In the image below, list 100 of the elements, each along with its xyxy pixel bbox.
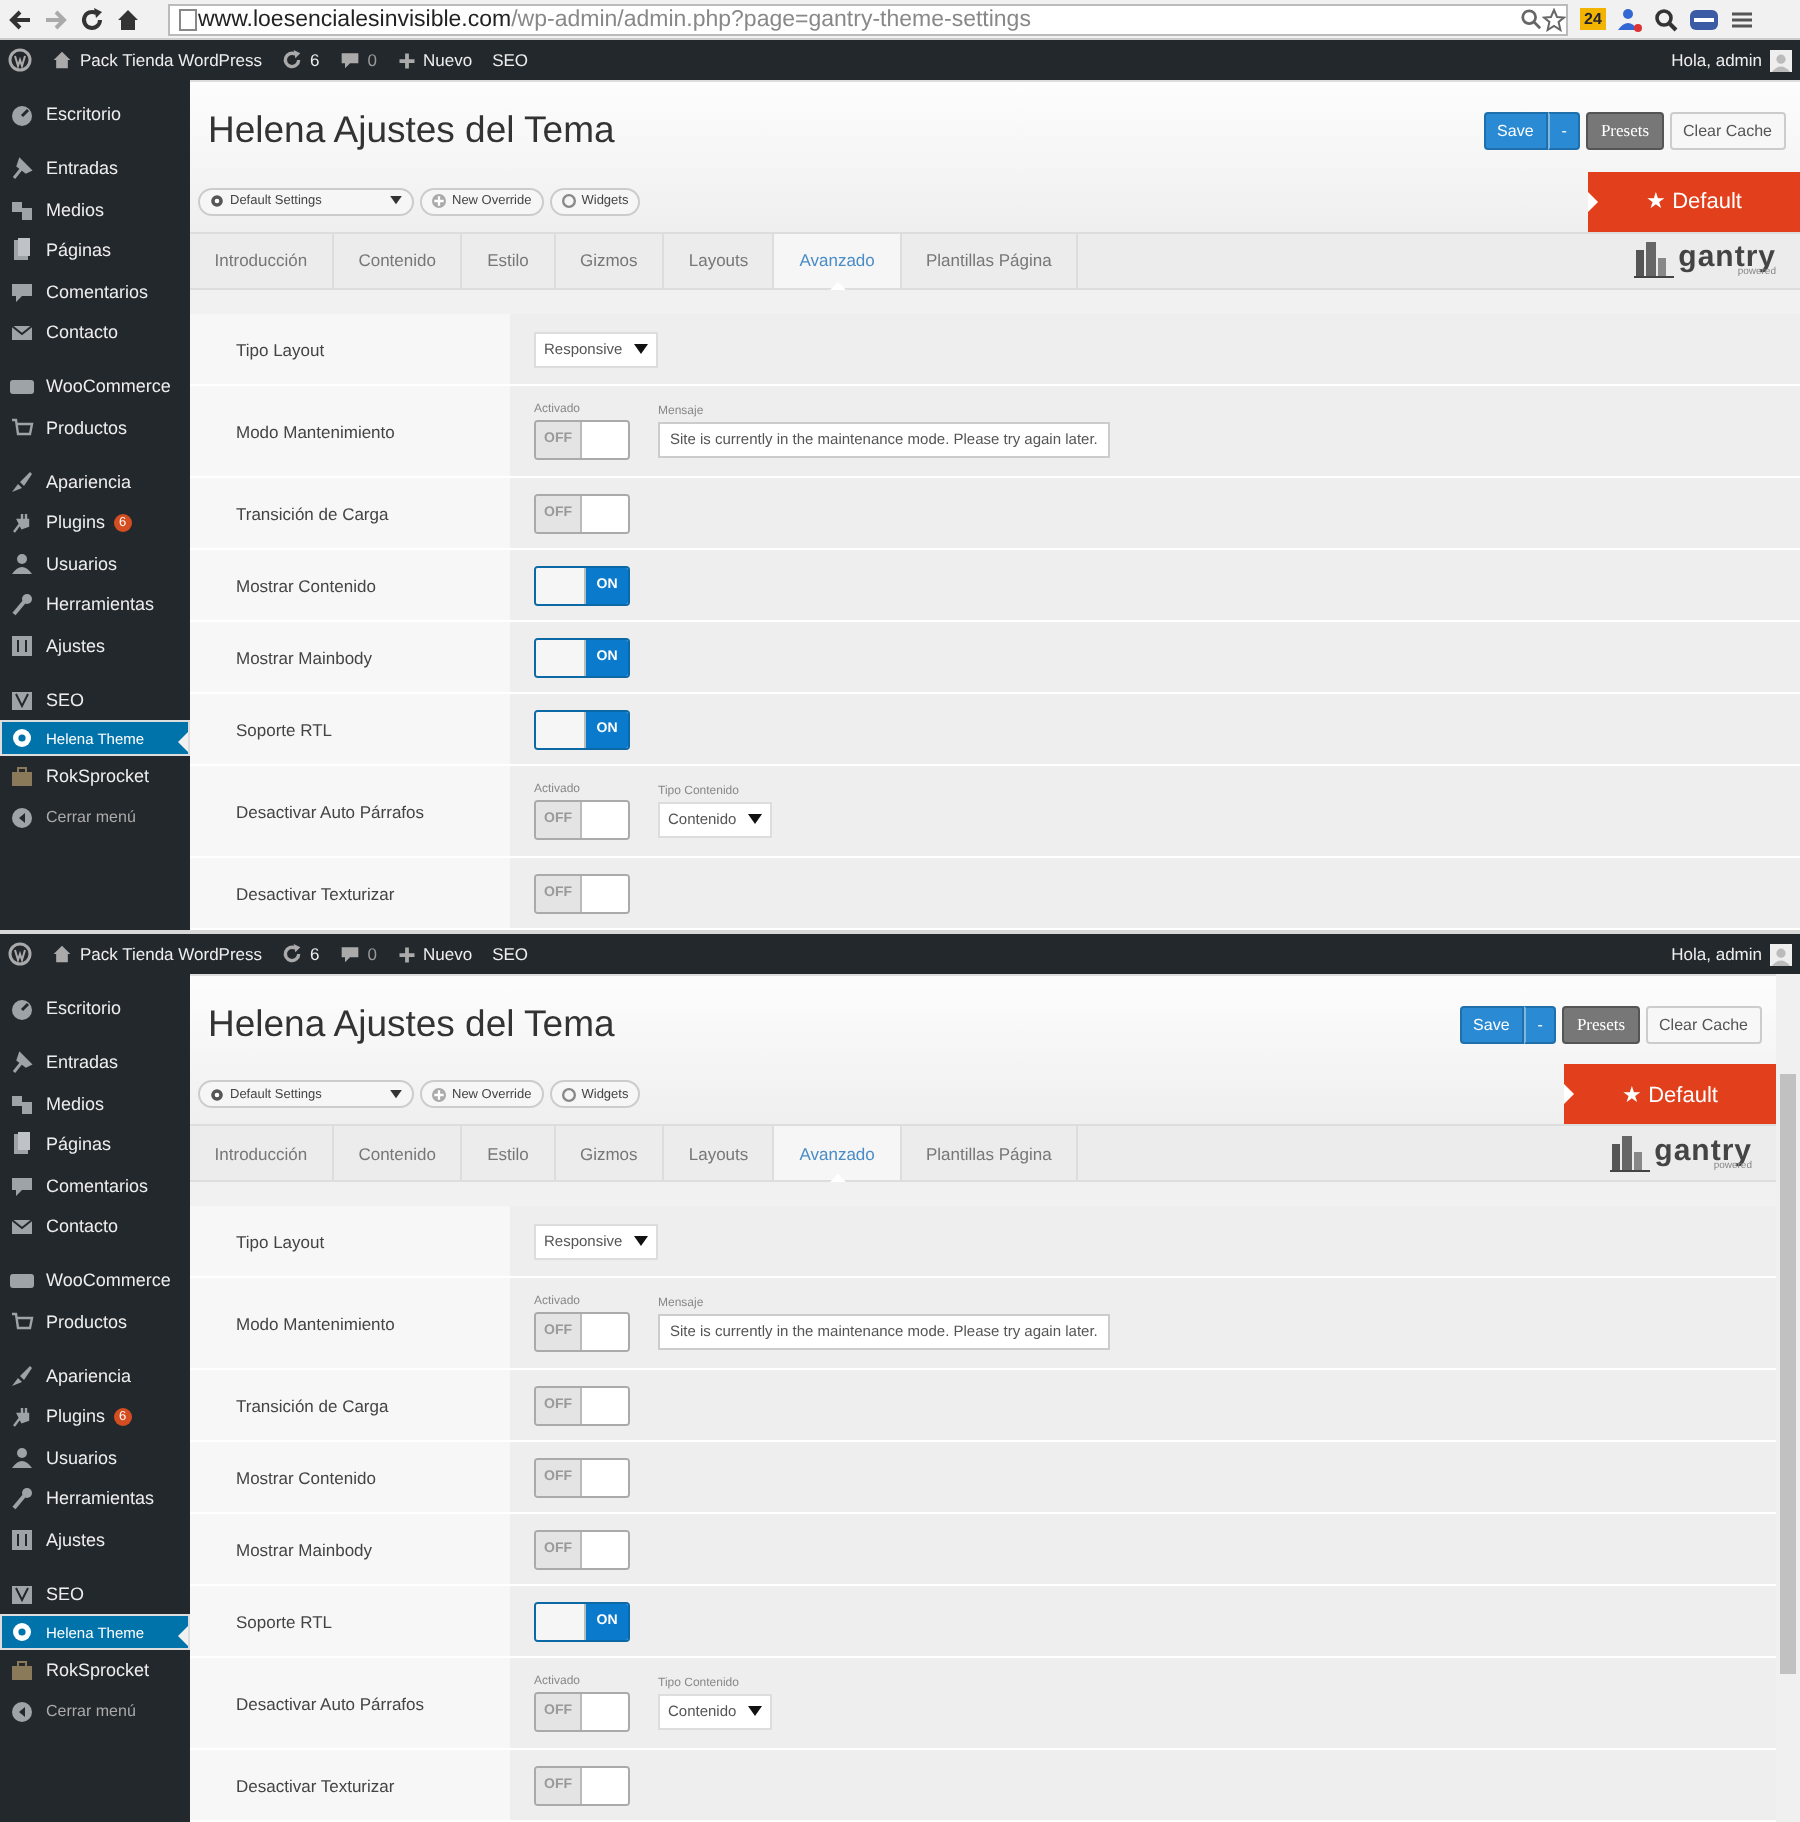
sidebar-item[interactable]: Cerrar menú [0, 1691, 190, 1732]
setting-label: Desactivar Auto Párrafos [236, 1693, 425, 1713]
menu-item-icon [10, 1309, 34, 1334]
sidebar-item[interactable]: Usuarios [0, 1437, 190, 1478]
sidebar-item[interactable]: WooCommerce [0, 1260, 190, 1301]
sidebar-item[interactable]: Productos [0, 407, 190, 448]
updates-link[interactable]: 6 [282, 944, 320, 964]
wordpress-icon[interactable] [8, 48, 32, 72]
menu-item-icon [10, 1132, 34, 1157]
tab[interactable]: Plantillas Página [901, 1126, 1079, 1180]
setting-label: Transición de Carga [236, 503, 389, 523]
sidebar-item[interactable]: Apariencia [0, 1355, 190, 1396]
menu-icon[interactable] [1729, 7, 1754, 31]
save-button[interactable]: Save [1483, 111, 1548, 149]
default-banner[interactable]: ★ Default [1564, 1064, 1776, 1125]
tab[interactable]: Introducción [190, 1126, 334, 1180]
sidebar-item[interactable]: Contacto [0, 1206, 190, 1247]
sidebar-item[interactable]: Medios [0, 189, 190, 230]
tab[interactable]: Estilo [462, 233, 556, 288]
zoom-icon[interactable] [1520, 8, 1542, 30]
menu-item-icon [10, 805, 34, 830]
sidebar-item[interactable]: Ajustes [0, 625, 190, 666]
sidebar-item[interactable]: SEO [0, 679, 190, 720]
sidebar-item[interactable]: Páginas [0, 1124, 190, 1165]
sidebar-item[interactable]: Páginas [0, 230, 190, 271]
setting-label: Soporte RTL [236, 719, 333, 739]
plus-icon [432, 194, 446, 209]
tab[interactable]: Plantillas Página [901, 233, 1079, 288]
tab[interactable]: Gizmos [555, 233, 665, 288]
menu-item-icon [10, 592, 34, 617]
tab[interactable]: Gizmos [555, 1126, 665, 1180]
setting-label: Mostrar Contenido [236, 1467, 376, 1487]
sidebar-item[interactable]: Comentarios [0, 1165, 190, 1206]
extension-icon[interactable] [1689, 7, 1718, 31]
wordpress-icon[interactable] [8, 942, 32, 966]
home-icon[interactable] [116, 7, 140, 31]
person-icon[interactable] [1617, 7, 1642, 31]
setting-label: Desactivar Texturizar [236, 1775, 395, 1795]
clear-cache-button[interactable]: Clear Cache [1645, 1005, 1762, 1043]
page-icon [178, 7, 198, 31]
star-icon[interactable] [1542, 7, 1566, 31]
sidebar-item[interactable]: Contacto [0, 312, 190, 353]
account-link[interactable]: Hola, admin [1671, 49, 1792, 71]
menu-item-icon [10, 1527, 34, 1552]
tab[interactable]: Contenido [333, 233, 463, 288]
new-link[interactable]: Nuevo [397, 944, 473, 964]
sidebar-item[interactable]: RokSprocket [0, 756, 190, 797]
tab[interactable]: Estilo [462, 1126, 556, 1180]
sidebar-item[interactable]: Comentarios [0, 271, 190, 312]
settings-icon [10, 1620, 34, 1644]
reload-icon[interactable] [80, 7, 104, 31]
url-field[interactable]: www.loesencialesinvisible.com/wp-admin/admin.php?page=gantry-theme-settings [168, 3, 1568, 35]
account-link[interactable]: Hola, admin [1671, 943, 1792, 965]
menu-item-icon [10, 415, 34, 440]
menu-item-icon [10, 156, 34, 181]
back-icon[interactable] [8, 7, 32, 31]
refresh-icon [282, 944, 303, 964]
sidebar-item[interactable]: Medios [0, 1083, 190, 1124]
save-menu-button[interactable]: - [1547, 111, 1581, 149]
site-link[interactable]: Pack Tienda WordPress [52, 50, 263, 70]
sidebar-item[interactable]: SEO [0, 1573, 190, 1614]
tab[interactable]: Contenido [333, 1126, 463, 1180]
extension-badge[interactable]: 24 [1580, 8, 1606, 30]
menu-item-icon [10, 1445, 34, 1470]
home-icon [52, 944, 72, 964]
clear-cache-button[interactable]: Clear Cache [1669, 111, 1786, 149]
scrollbar[interactable] [1776, 974, 1800, 1822]
menu-item-icon [10, 633, 34, 658]
updates-link[interactable]: 6 [282, 50, 320, 70]
default-banner[interactable]: ★ Default [1588, 171, 1800, 232]
sidebar-item[interactable]: Herramientas [0, 1478, 190, 1519]
new-link[interactable]: Nuevo [397, 50, 473, 70]
sidebar-item[interactable]: Usuarios [0, 543, 190, 584]
presets-button[interactable]: Presets [1586, 111, 1664, 149]
sidebar-item[interactable]: Escritorio [0, 94, 190, 135]
save-menu-button[interactable]: - [1523, 1005, 1557, 1043]
menu-item-icon [10, 102, 34, 127]
sidebar-item[interactable]: WooCommerce [0, 366, 190, 407]
save-button[interactable]: Save [1459, 1005, 1524, 1043]
menu-item-icon [10, 238, 34, 263]
sidebar-item[interactable]: RokSprocket [0, 1650, 190, 1691]
sidebar-item[interactable]: Apariencia [0, 461, 190, 502]
sidebar-item[interactable]: Entradas [0, 1042, 190, 1083]
search-icon[interactable] [1653, 7, 1678, 31]
seo-link[interactable]: SEO [492, 944, 529, 964]
site-link[interactable]: Pack Tienda WordPress [52, 944, 263, 964]
sidebar-item[interactable]: Ajustes [0, 1519, 190, 1560]
menu-item-icon [10, 1486, 34, 1511]
comments-link[interactable]: 0 [339, 944, 377, 964]
sidebar-item[interactable]: Entradas [0, 148, 190, 189]
gear-icon [210, 194, 224, 209]
comments-link[interactable]: 0 [339, 50, 377, 70]
sidebar-item[interactable]: Herramientas [0, 584, 190, 625]
presets-button[interactable]: Presets [1562, 1005, 1640, 1043]
page-title: Helena Ajustes del Tema [208, 1002, 615, 1046]
seo-link[interactable]: SEO [492, 50, 529, 70]
sidebar-item[interactable]: Cerrar menú [0, 797, 190, 838]
tab[interactable]: Introducción [190, 233, 334, 288]
sidebar-item[interactable]: Escritorio [0, 988, 190, 1029]
sidebar-item[interactable]: Productos [0, 1301, 190, 1342]
